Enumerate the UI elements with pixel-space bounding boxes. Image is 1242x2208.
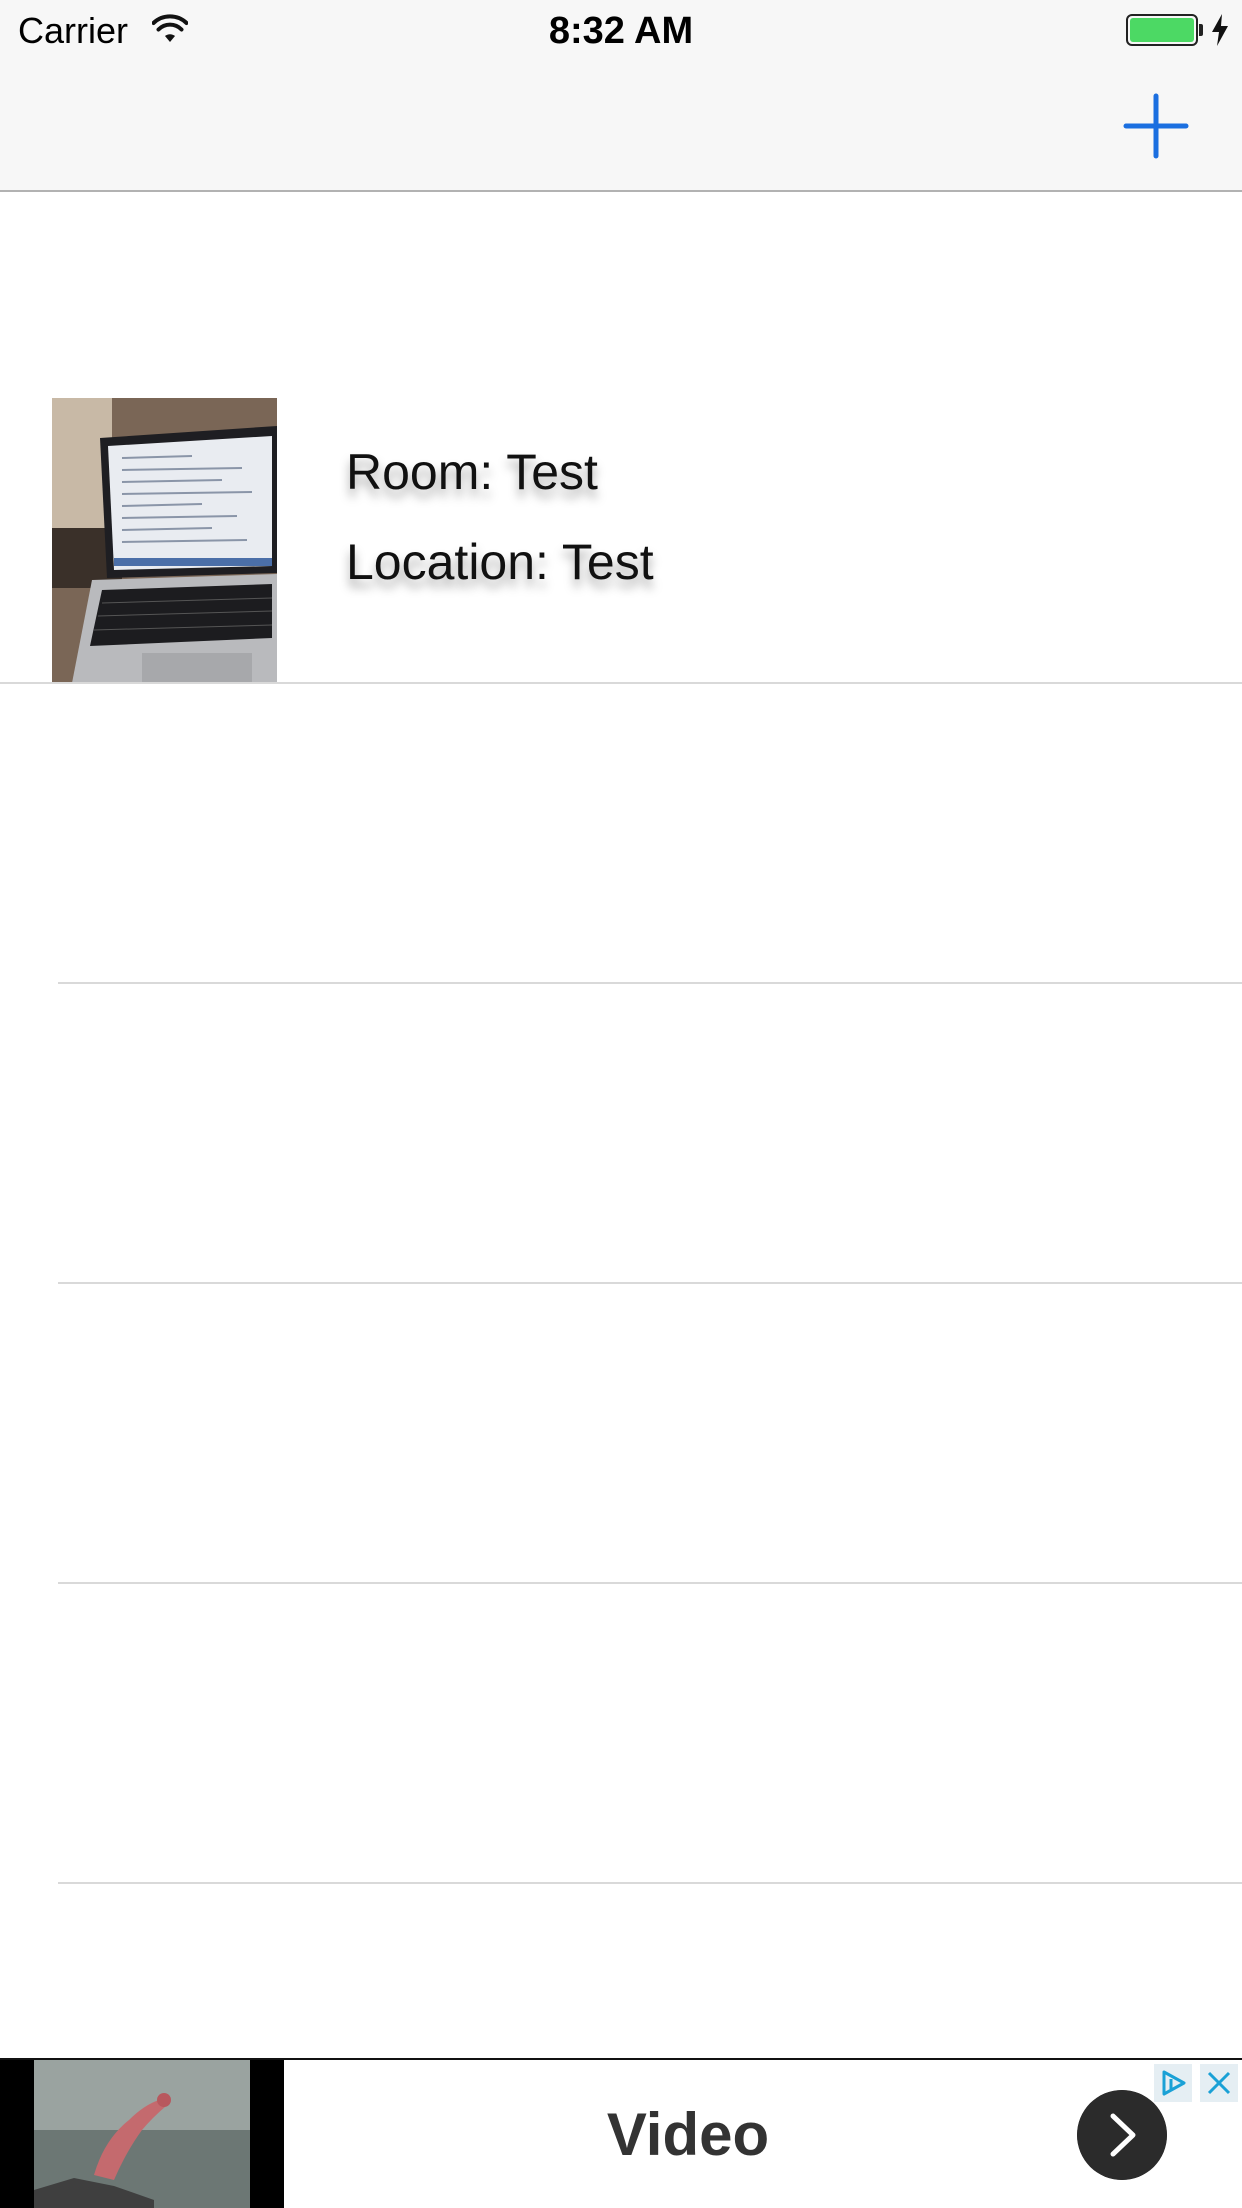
status-bar: Carrier 8:32 AM <box>0 0 1242 62</box>
navigation-bar <box>0 62 1242 192</box>
row-separator <box>58 1882 1242 1884</box>
clock: 8:32 AM <box>548 10 694 52</box>
list-item[interactable]: Room: Test Location: Test <box>0 192 1242 683</box>
room-label: Room: Test <box>346 444 598 500</box>
battery-icon <box>1126 14 1198 46</box>
chevron-right-icon[interactable] <box>1077 2090 1167 2180</box>
list-item[interactable] <box>0 684 1242 982</box>
ad-image[interactable] <box>34 2060 250 2208</box>
close-icon[interactable] <box>1200 2064 1238 2102</box>
charging-bolt-icon <box>1212 14 1228 46</box>
list-item[interactable] <box>0 1284 1242 1582</box>
battery-nub <box>1199 24 1203 36</box>
ad-image-frame <box>0 2060 284 2208</box>
ad-title[interactable]: Video <box>284 2100 1092 2170</box>
ad-banner[interactable]: Video <box>0 2058 1242 2208</box>
ad-choices-icon[interactable] <box>1154 2064 1192 2102</box>
room-thumbnail <box>52 398 277 683</box>
diver-photo <box>34 2060 250 2208</box>
list-item[interactable] <box>0 984 1242 1282</box>
location-label: Location: Test <box>346 534 654 590</box>
laptop-photo <box>52 398 277 683</box>
plus-icon[interactable] <box>1120 90 1192 162</box>
list-item[interactable] <box>0 1584 1242 1882</box>
battery-level <box>1130 18 1194 42</box>
